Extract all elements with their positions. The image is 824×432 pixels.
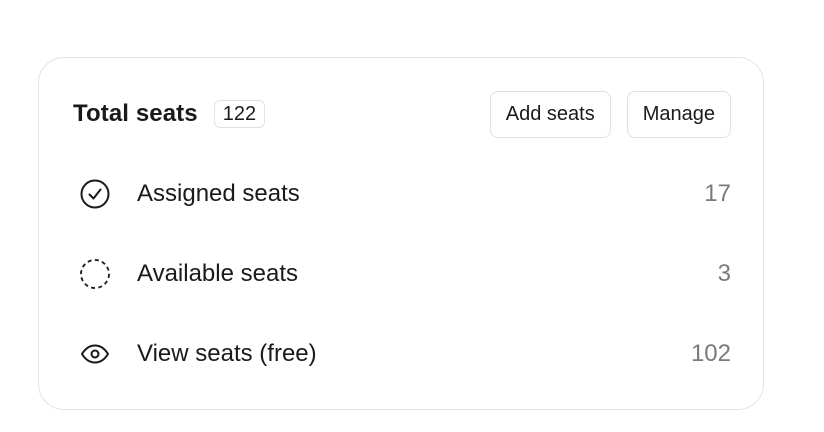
manage-button[interactable]: Manage <box>626 90 731 138</box>
row-value: 3 <box>717 260 731 287</box>
row-view-seats: View seats (free) 102 <box>79 314 731 394</box>
header-actions: Add seats Manage <box>489 90 731 138</box>
total-seats-badge: 122 <box>213 100 266 128</box>
row-value: 102 <box>690 340 731 367</box>
card-header: Total seats 122 Add seats Manage <box>73 90 731 138</box>
row-available-seats: Available seats 3 <box>79 234 731 314</box>
row-label: Assigned seats <box>137 180 300 207</box>
row-assigned-seats: Assigned seats 17 <box>79 154 731 234</box>
eye-icon <box>79 338 111 370</box>
check-circle-icon <box>79 178 111 210</box>
row-value: 17 <box>704 180 731 207</box>
row-label: View seats (free) <box>137 340 317 367</box>
title-group: Total seats 122 <box>73 100 266 128</box>
dashed-circle-icon <box>79 258 111 290</box>
row-label: Available seats <box>137 260 298 287</box>
seat-rows: Assigned seats 17 Available seats 3 View… <box>79 154 731 394</box>
card-title: Total seats <box>73 100 198 127</box>
seats-card: Total seats 122 Add seats Manage Assigne… <box>38 57 764 410</box>
add-seats-button[interactable]: Add seats <box>489 90 611 138</box>
